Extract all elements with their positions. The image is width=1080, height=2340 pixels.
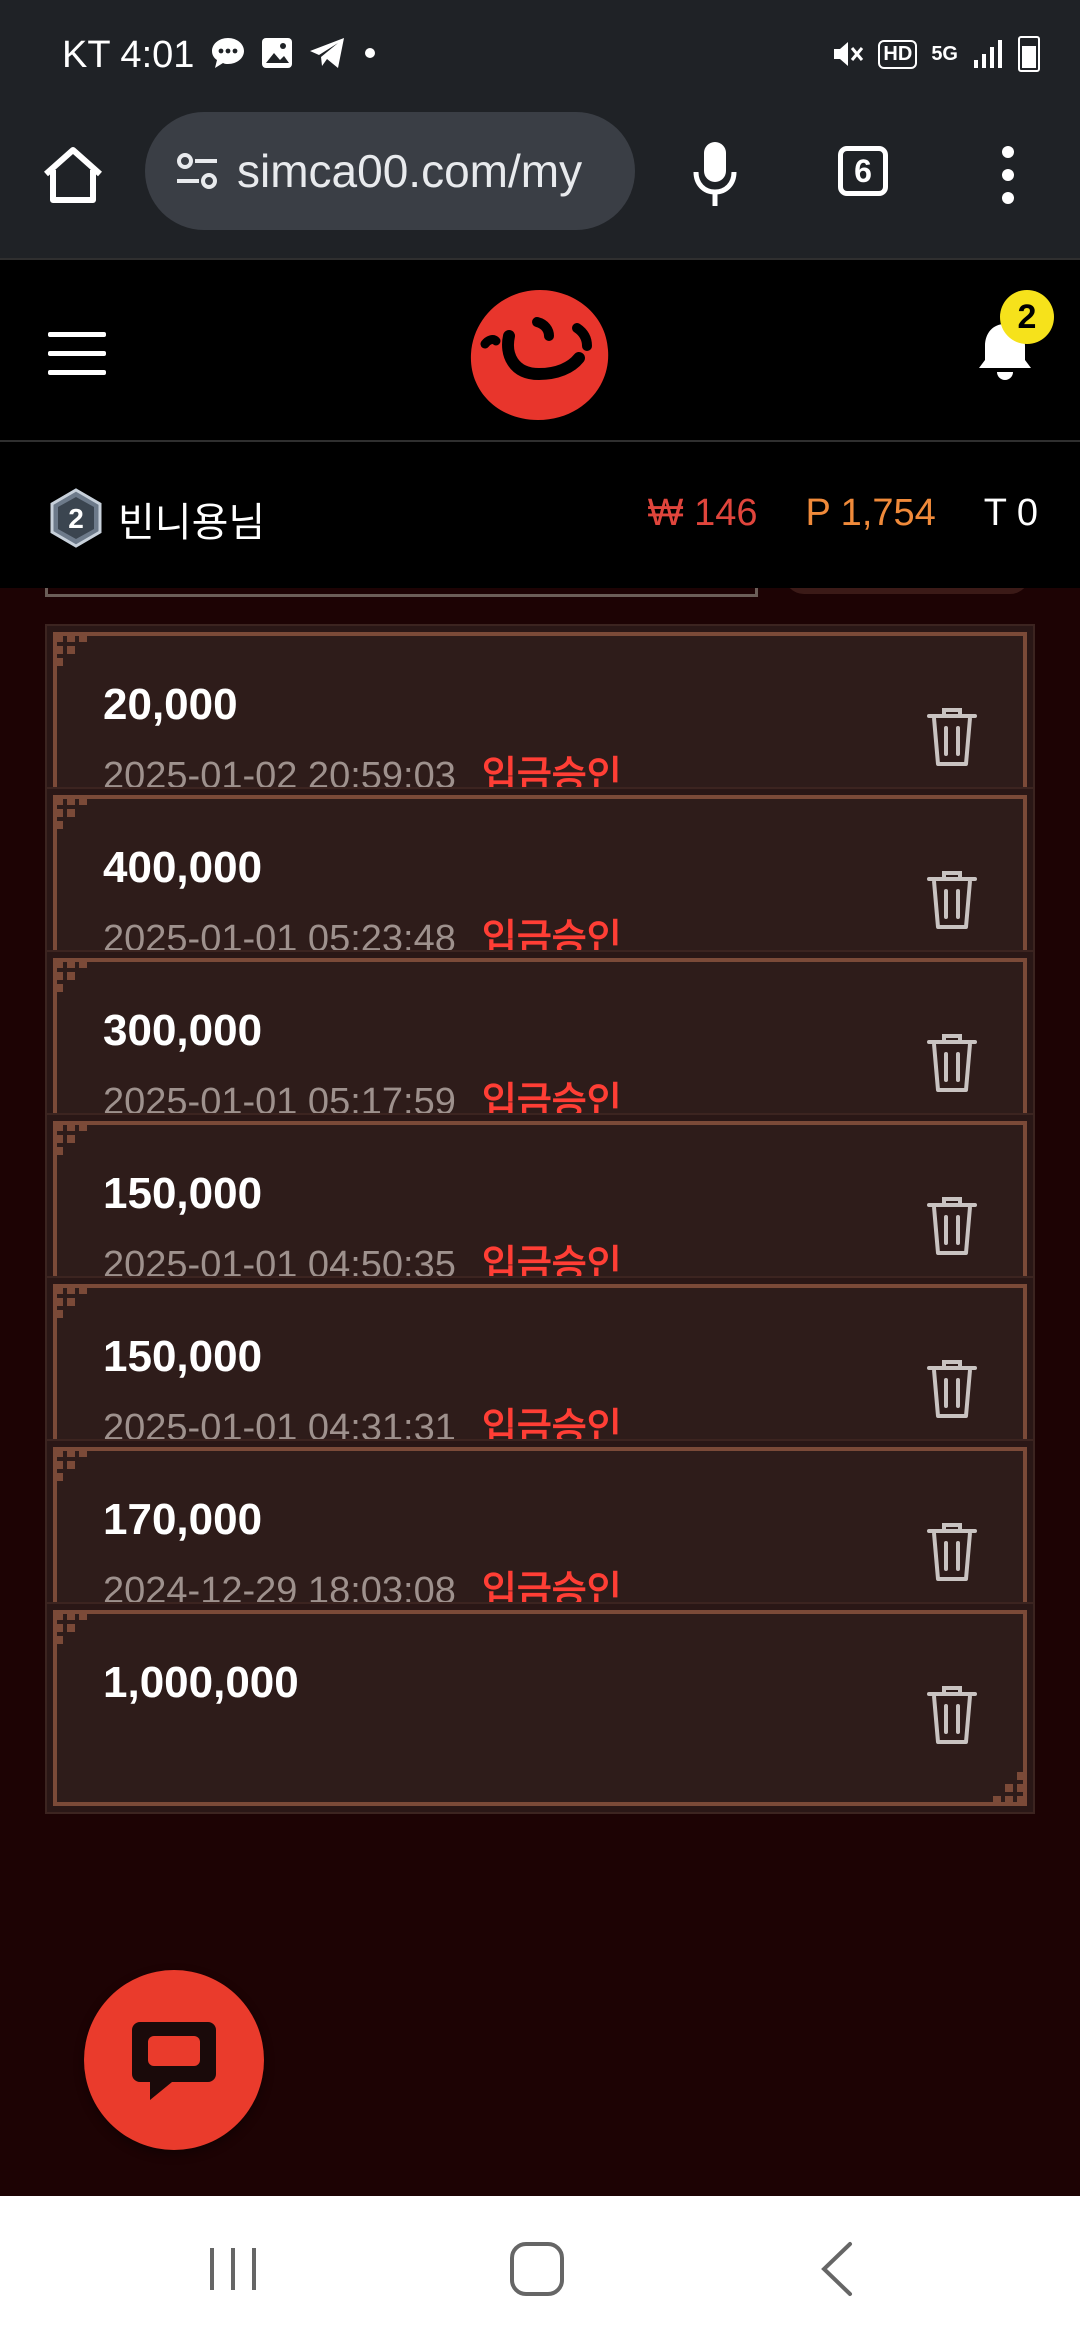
username[interactable]: 빈니용님 — [118, 490, 265, 548]
point-balance[interactable]: P 1,754 — [805, 492, 935, 535]
hamburger-menu-icon[interactable] — [48, 332, 106, 375]
mute-icon — [834, 42, 864, 66]
record-meta — [103, 1722, 129, 1765]
record-amount: 170,000 — [103, 1495, 263, 1544]
status-bar: KT 4:01 HD 5G — [0, 0, 1080, 112]
address-bar[interactable]: simca00.com/my — [145, 112, 635, 230]
balances: ₩ 146 P 1,754 T 0 — [648, 492, 1038, 535]
microphone-icon[interactable] — [690, 140, 740, 210]
chat-icon — [132, 2022, 216, 2100]
home-nav-icon[interactable] — [508, 2240, 566, 2298]
corner-ornament-top-left — [55, 1612, 87, 1644]
system-icons: HD 5G — [830, 36, 1040, 72]
back-icon[interactable] — [818, 2240, 856, 2298]
ticket-balance[interactable]: T 0 — [984, 492, 1038, 535]
corner-ornament-top-left — [55, 797, 87, 829]
level-number: 2 — [68, 503, 84, 534]
battery-icon — [1018, 36, 1040, 72]
user-info-bar: 2 빈니용님 ₩ 146 P 1,754 T 0 — [0, 442, 1080, 588]
site-header — [0, 258, 1080, 442]
hd-icon: HD — [878, 39, 918, 69]
image-icon — [262, 38, 292, 68]
corner-ornament-top-left — [55, 1449, 87, 1481]
record-amount: 400,000 — [103, 843, 263, 892]
more-menu-icon[interactable] — [1000, 142, 1016, 208]
trash-icon[interactable] — [925, 1193, 979, 1257]
corner-ornament-top-left — [55, 960, 87, 992]
trash-icon[interactable] — [925, 1030, 979, 1094]
record-amount: 150,000 — [103, 1169, 263, 1218]
home-icon[interactable] — [40, 142, 106, 208]
search-button[interactable] — [784, 588, 1030, 594]
corner-ornament-top-left — [55, 1123, 87, 1155]
carrier-time: KT 4:01 — [62, 34, 195, 76]
won-balance[interactable]: ₩ 146 — [648, 492, 758, 535]
record-amount: 300,000 — [103, 1006, 263, 1055]
corner-ornament-bottom-right — [993, 1772, 1025, 1804]
record-frame: 1,000,000 — [53, 1610, 1027, 1806]
trash-icon[interactable] — [925, 1519, 979, 1583]
site-settings-icon[interactable] — [171, 145, 223, 197]
deposit-history-list: 20,000 2025-01-02 20:59:03 입금승인 400,000 … — [0, 588, 1080, 2196]
notification-icons — [210, 36, 380, 70]
dot-icon — [365, 48, 375, 58]
notification-count-badge: 2 — [1000, 290, 1054, 344]
5g-icon: 5G — [931, 42, 958, 65]
site-logo[interactable] — [465, 284, 615, 424]
browser-toolbar: simca00.com/my 6 — [0, 112, 1080, 258]
trash-icon[interactable] — [925, 704, 979, 768]
record-amount: 150,000 — [103, 1332, 263, 1381]
corner-ornament-top-left — [55, 634, 87, 666]
signal-icon — [974, 40, 1002, 68]
trash-icon[interactable] — [925, 1356, 979, 1420]
trash-icon[interactable] — [925, 867, 979, 931]
telegram-icon — [310, 38, 344, 68]
level-badge: 2 — [50, 488, 102, 548]
url-text: simca00.com/my — [237, 145, 583, 197]
deposit-record: 1,000,000 — [45, 1602, 1035, 1814]
navigation-bar — [0, 2196, 1080, 2340]
recent-apps-icon[interactable] — [208, 2246, 258, 2292]
live-chat-button[interactable] — [84, 1970, 264, 2150]
chat-bubble-icon — [212, 38, 244, 68]
tab-switcher-button[interactable]: 6 — [838, 146, 888, 196]
record-amount: 20,000 — [103, 680, 238, 729]
record-amount: 1,000,000 — [103, 1658, 299, 1707]
trash-icon[interactable] — [925, 1682, 979, 1746]
corner-ornament-top-left — [55, 1286, 87, 1318]
search-input[interactable] — [45, 588, 758, 597]
